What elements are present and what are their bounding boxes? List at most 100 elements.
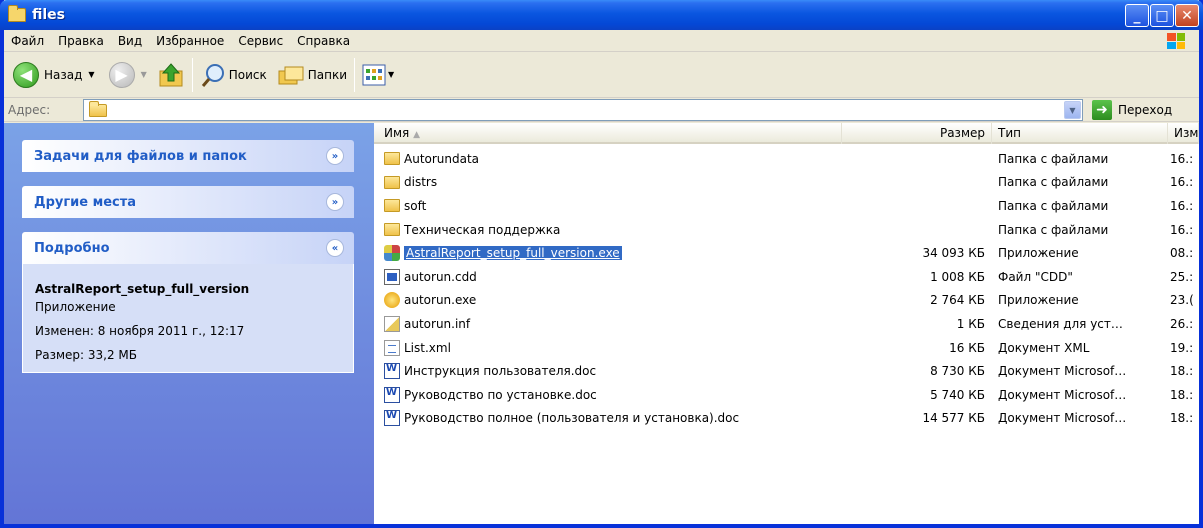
details-file-type: Приложение [35, 300, 116, 314]
file-name-cell[interactable]: autorun.cdd [374, 268, 842, 285]
address-input[interactable]: ▼ [83, 99, 1083, 121]
back-label: Назад [44, 67, 83, 82]
file-row[interactable]: autorun.cdd 1 008 КБ Файл "CDD" 25.: [374, 265, 1199, 289]
setup-icon [384, 245, 400, 262]
inf-icon [384, 315, 400, 332]
folders-button[interactable]: Папки [274, 56, 350, 94]
file-name-cell[interactable]: autorun.inf [374, 315, 842, 332]
file-name: AstralReport_setup_full_version.exe [404, 246, 622, 261]
other-places-panel: Другие места » [22, 186, 354, 218]
column-header-type[interactable]: Тип [992, 123, 1168, 144]
window-title: files [32, 7, 66, 23]
file-name: Руководство по установке.doc [404, 387, 597, 402]
back-button[interactable]: ◀ Назад ▼ [10, 56, 98, 94]
back-dropdown-icon[interactable]: ▼ [88, 70, 94, 79]
file-date: 08.: [1170, 246, 1194, 261]
file-name-cell[interactable]: Руководство полное (пользователя и устан… [374, 410, 842, 427]
folders-label: Папки [307, 67, 348, 82]
file-name: soft [404, 198, 427, 213]
menu-edit[interactable]: Правка [51, 30, 111, 52]
file-size: 1 008 КБ [930, 269, 985, 284]
file-date: 16.: [1170, 222, 1194, 237]
menu-help[interactable]: Справка [290, 30, 357, 52]
file-name: autorun.cdd [404, 269, 477, 284]
file-name-cell[interactable]: AstralReport_setup_full_version.exe [374, 245, 842, 262]
file-row[interactable]: Техническая поддержка Папка с файлами 16… [374, 218, 1199, 242]
menu-bar: Файл Правка Вид Избранное Сервис Справка [4, 30, 1199, 52]
menu-view[interactable]: Вид [111, 30, 149, 52]
file-name: autorun.inf [404, 316, 471, 331]
file-name-cell[interactable]: Инструкция пользователя.doc [374, 363, 842, 380]
file-name-cell[interactable]: soft [374, 199, 842, 213]
go-label: Переход [1118, 103, 1173, 117]
toolbar: ◀ Назад ▼ ▶ ▼ Поиск Папки ▼ [4, 52, 1199, 98]
column-header-name[interactable]: Имя ▲ [374, 123, 842, 144]
file-row[interactable]: Инструкция пользователя.doc 8 730 КБ Док… [374, 359, 1199, 383]
file-row[interactable]: Руководство по установке.doc 5 740 КБ До… [374, 383, 1199, 407]
file-row[interactable]: soft Папка с файлами 16.: [374, 194, 1199, 218]
tasks-pane: Задачи для файлов и папок » Другие места… [4, 123, 374, 524]
details-size: Размер: 33,2 МБ [35, 348, 137, 362]
title-bar[interactable]: files _ □ ✕ [0, 0, 1203, 30]
views-icon [362, 64, 386, 85]
file-row[interactable]: distrs Папка с файлами 16.: [374, 171, 1199, 195]
file-name-cell[interactable]: Техническая поддержка [374, 223, 842, 237]
expand-chevron-icon[interactable]: » [326, 147, 344, 165]
collapse-chevron-icon[interactable]: « [326, 239, 344, 257]
file-type: Документ XML [998, 340, 1090, 355]
file-date: 25.: [1170, 269, 1194, 284]
file-type: Папка с файлами [998, 222, 1109, 237]
windows-logo-icon [1159, 31, 1193, 51]
file-row[interactable]: Autorundata Папка с файлами 16.: [374, 147, 1199, 171]
go-button[interactable]: ➜ Переход [1092, 99, 1172, 121]
file-row[interactable]: autorun.inf 1 КБ Сведения для уст… 26.: [374, 312, 1199, 336]
column-header-date[interactable]: Изм [1168, 123, 1199, 144]
file-name-cell[interactable]: List.xml [374, 339, 842, 356]
file-name-cell[interactable]: Руководство по установке.doc [374, 386, 842, 403]
folder-icon [384, 199, 400, 213]
expand-chevron-icon[interactable]: » [326, 193, 344, 211]
file-date: 16.: [1170, 198, 1194, 213]
doc-icon [384, 386, 400, 403]
up-folder-button[interactable] [154, 56, 188, 94]
file-row[interactable]: autorun.exe 2 764 КБ Приложение 23.( [374, 289, 1199, 313]
folder-icon [384, 223, 400, 237]
close-button[interactable]: ✕ [1175, 4, 1199, 27]
file-type: Приложение [998, 293, 1079, 308]
menu-tools[interactable]: Сервис [231, 30, 290, 52]
file-date: 26.: [1170, 316, 1194, 331]
file-type: Приложение [998, 246, 1079, 261]
forward-dropdown-icon[interactable]: ▼ [141, 70, 147, 79]
file-row[interactable]: List.xml 16 КБ Документ XML 19.: [374, 336, 1199, 360]
toolbar-separator [354, 57, 356, 92]
file-row[interactable]: AstralReport_setup_full_version.exe 34 0… [374, 241, 1199, 265]
other-places-title: Другие места [34, 194, 137, 210]
minimize-button[interactable]: _ [1125, 4, 1149, 27]
column-header-size[interactable]: Размер [842, 123, 992, 144]
file-row[interactable]: Руководство полное (пользователя и устан… [374, 407, 1199, 431]
file-name-cell[interactable]: autorun.exe [374, 292, 842, 309]
address-dropdown-button[interactable]: ▼ [1064, 101, 1081, 119]
menu-file[interactable]: Файл [4, 30, 51, 52]
views-button[interactable]: ▼ [359, 56, 397, 94]
maximize-button[interactable]: □ [1150, 4, 1174, 27]
file-tasks-header[interactable]: Задачи для файлов и папок » [22, 140, 354, 172]
file-name-cell[interactable]: Autorundata [374, 152, 842, 166]
forward-button[interactable]: ▶ ▼ [106, 56, 150, 94]
up-folder-icon [159, 62, 183, 86]
go-arrow-icon: ➜ [1092, 100, 1112, 120]
file-name: Руководство полное (пользователя и устан… [404, 411, 740, 426]
file-type: Документ Microsof… [998, 411, 1127, 426]
folder-icon [384, 152, 400, 166]
forward-arrow-icon: ▶ [108, 61, 135, 88]
sort-ascending-icon: ▲ [413, 130, 420, 140]
details-modified: Изменен: 8 ноября 2011 г., 12:17 [35, 324, 245, 338]
details-header[interactable]: Подробно « [22, 232, 354, 264]
other-places-header[interactable]: Другие места » [22, 186, 354, 218]
search-button[interactable]: Поиск [197, 56, 270, 94]
file-size: 5 740 КБ [930, 387, 985, 402]
menu-favorites[interactable]: Избранное [149, 30, 231, 52]
file-date: 23.( [1170, 293, 1194, 308]
folders-icon [278, 66, 304, 84]
file-name-cell[interactable]: distrs [374, 175, 842, 189]
